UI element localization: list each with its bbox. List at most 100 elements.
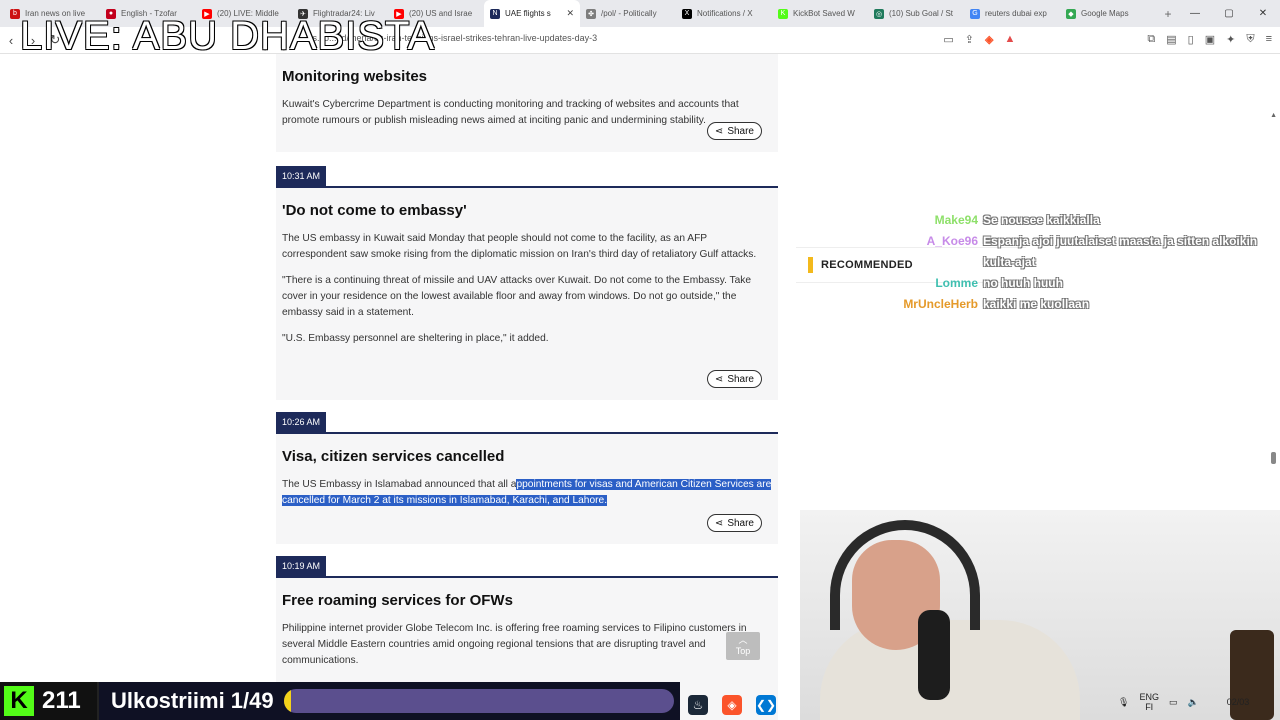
scroll-up-icon[interactable]: ▲	[1270, 112, 1277, 119]
kick-viewer-counter: K 211	[0, 682, 97, 720]
entry-card: Monitoring websites Kuwait's Cybercrime …	[276, 54, 778, 152]
goal-progress-fill	[283, 689, 292, 713]
accent-bar	[808, 257, 813, 273]
stream-title: LIVE: ABU DHABISTA	[20, 14, 436, 58]
scrollbar-thumb[interactable]	[1271, 452, 1276, 464]
liveblog-entry: 10:31 AM 'Do not come to embassy' The US…	[276, 166, 778, 400]
share-label: Share	[727, 517, 754, 529]
chat-text: Espanja ajoi juutalaiset maasta ja sitte…	[983, 234, 1258, 269]
chat-text: Se nousee kaikkialla	[983, 213, 1100, 227]
stream-bottom-bar: K 211 Ulkostriimi 1/49	[0, 682, 680, 720]
chat-username: MrUncleHerb	[903, 297, 978, 311]
share-icon: ⋖	[714, 373, 724, 385]
entry-card: Visa, citizen services cancelled The US …	[276, 434, 778, 544]
extensions-icon[interactable]: ⧉	[1147, 33, 1155, 46]
timestamp-badge: 10:26 AM	[276, 412, 327, 432]
tab-label: UAE flights s	[505, 9, 551, 18]
entry-paragraph: The US embassy in Kuwait said Monday tha…	[282, 233, 757, 260]
tab-close-icon[interactable]: ✕	[566, 8, 574, 19]
vscode-icon[interactable]: ❮❯	[756, 695, 776, 715]
back-to-top-button[interactable]: ︿ Top	[726, 632, 760, 660]
wallet-icon[interactable]: ▤	[1166, 33, 1176, 46]
tab-label: Google Maps	[1081, 9, 1129, 18]
vpn-icon[interactable]: ⛨	[1246, 33, 1254, 46]
back-icon[interactable]: ‹	[0, 33, 22, 48]
browser-tab[interactable]: ✤ /pol/ - Politically	[580, 0, 676, 27]
entry-paragraph: "U.S. Embassy personnel are sheltering i…	[282, 333, 549, 344]
liveblog-entry: 10:26 AM Visa, citizen services cancelle…	[276, 412, 778, 544]
chat-text: kaikki me kuollaan	[983, 297, 1090, 311]
tab-label: /pol/ - Politically	[601, 9, 657, 18]
chat-username: Make94	[934, 213, 978, 227]
microphone-icon	[918, 610, 950, 700]
share-button[interactable]: ⋖ Share	[706, 514, 762, 532]
share-button[interactable]: ⋖ Share	[706, 122, 762, 140]
share-label: Share	[727, 125, 754, 137]
chat-message: Lomme no huuh huuh	[880, 273, 1276, 294]
system-tray: 🎙 ENG FI ▭ 🔈 02/03	[1118, 692, 1249, 712]
tab-favicon-icon: G	[970, 8, 980, 19]
goal-progress-bar	[283, 689, 674, 713]
lang-bottom: FI	[1145, 702, 1154, 712]
sidebar-icon[interactable]: ▯	[1188, 33, 1194, 46]
timestamp-line: 10:26 AM	[276, 412, 778, 434]
headphones-icon	[830, 520, 980, 630]
entry-paragraph: The US Embassy in Islamabad announced th…	[282, 477, 772, 509]
share-button[interactable]: ⋖ Share	[706, 370, 762, 388]
chat-username: Lomme	[935, 276, 978, 290]
share-icon: ⋖	[714, 125, 724, 137]
browser-tab[interactable]: ◆ Google Maps	[1060, 0, 1156, 27]
language-indicator[interactable]: ENG FI	[1139, 692, 1159, 712]
paragraph-text: The US Embassy in Islamabad announced th…	[282, 479, 517, 490]
timestamp-badge: 10:19 AM	[276, 556, 327, 576]
browser-tab[interactable]: ◎ (10) Sub Goal / St	[868, 0, 964, 27]
chat-text: no huuh huuh	[983, 276, 1063, 290]
share-page-icon[interactable]: ⇪	[965, 33, 974, 46]
tab-favicon-icon: X	[682, 8, 692, 19]
browser-tab[interactable]: Greuters dubai exp	[964, 0, 1060, 27]
chat-message: MrUncleHerb kaikki me kuollaan	[880, 294, 1276, 315]
minimize-icon[interactable]: —	[1178, 0, 1212, 27]
entry-paragraph: Kuwait's Cybercrime Department is conduc…	[282, 99, 739, 126]
entry-title: 'Do not come to embassy'	[282, 202, 467, 219]
chat-message: Make94 Se nousee kaikkialla	[880, 210, 1276, 231]
share-icon: ⋖	[714, 517, 724, 529]
tab-label: (10) Sub Goal / St	[889, 9, 954, 18]
cast-icon[interactable]: ▭	[943, 33, 953, 46]
share-label: Share	[727, 373, 754, 385]
tab-label: reuters dubai exp	[985, 9, 1047, 18]
browser-tab[interactable]: X Notifications / X	[676, 0, 772, 27]
entry-card: 'Do not come to embassy' The US embassy …	[276, 188, 778, 400]
reading-list-icon[interactable]: ▣	[1205, 33, 1215, 46]
entry-title: Monitoring websites	[282, 68, 428, 85]
microphone-tray-icon[interactable]: 🎙	[1118, 697, 1129, 708]
steam-icon[interactable]: ♨	[688, 695, 708, 715]
kick-logo-icon: K	[4, 686, 34, 716]
top-label: Top	[735, 646, 751, 656]
chat-overlay: Make94 Se nousee kaikkialla A_Koe96 Espanja…	[880, 210, 1276, 315]
timestamp-badge: 10:31 AM	[276, 166, 327, 186]
webcam-feed	[800, 510, 1280, 720]
leo-ai-icon[interactable]: ✦	[1226, 33, 1235, 46]
brave-shields-icon[interactable]: ◈	[985, 33, 993, 46]
timestamp-line: 10:31 AM	[276, 166, 778, 188]
chat-username: A_Koe96	[926, 234, 978, 248]
menu-icon[interactable]: ≡	[1266, 33, 1272, 46]
close-window-icon[interactable]: ✕	[1246, 0, 1280, 27]
chevron-up-icon: ︿	[738, 635, 748, 645]
new-tab-icon[interactable]: +	[1156, 7, 1180, 21]
goal-label: Ulkostriimi 1/49	[111, 688, 274, 713]
volume-icon[interactable]: 🔈	[1187, 697, 1198, 708]
browser-tab[interactable]: N UAE flights s ✕	[484, 0, 580, 27]
maximize-icon[interactable]: ▢	[1212, 0, 1246, 27]
timestamp-line: 10:19 AM	[276, 556, 778, 578]
liveblog-entry: Monitoring websites Kuwait's Cybercrime …	[276, 54, 778, 152]
brave-rewards-icon[interactable]: ▲	[1004, 33, 1015, 46]
brave-browser-icon[interactable]: ◈	[722, 695, 742, 715]
clock-date[interactable]: 02/03	[1227, 697, 1250, 707]
network-icon[interactable]: ▭	[1169, 697, 1178, 708]
tab-label: KickBot Saved W	[793, 9, 855, 18]
tab-label: Notifications / X	[697, 9, 753, 18]
browser-tab[interactable]: K KickBot Saved W	[772, 0, 868, 27]
entry-title: Free roaming services for OFWs	[282, 592, 513, 609]
